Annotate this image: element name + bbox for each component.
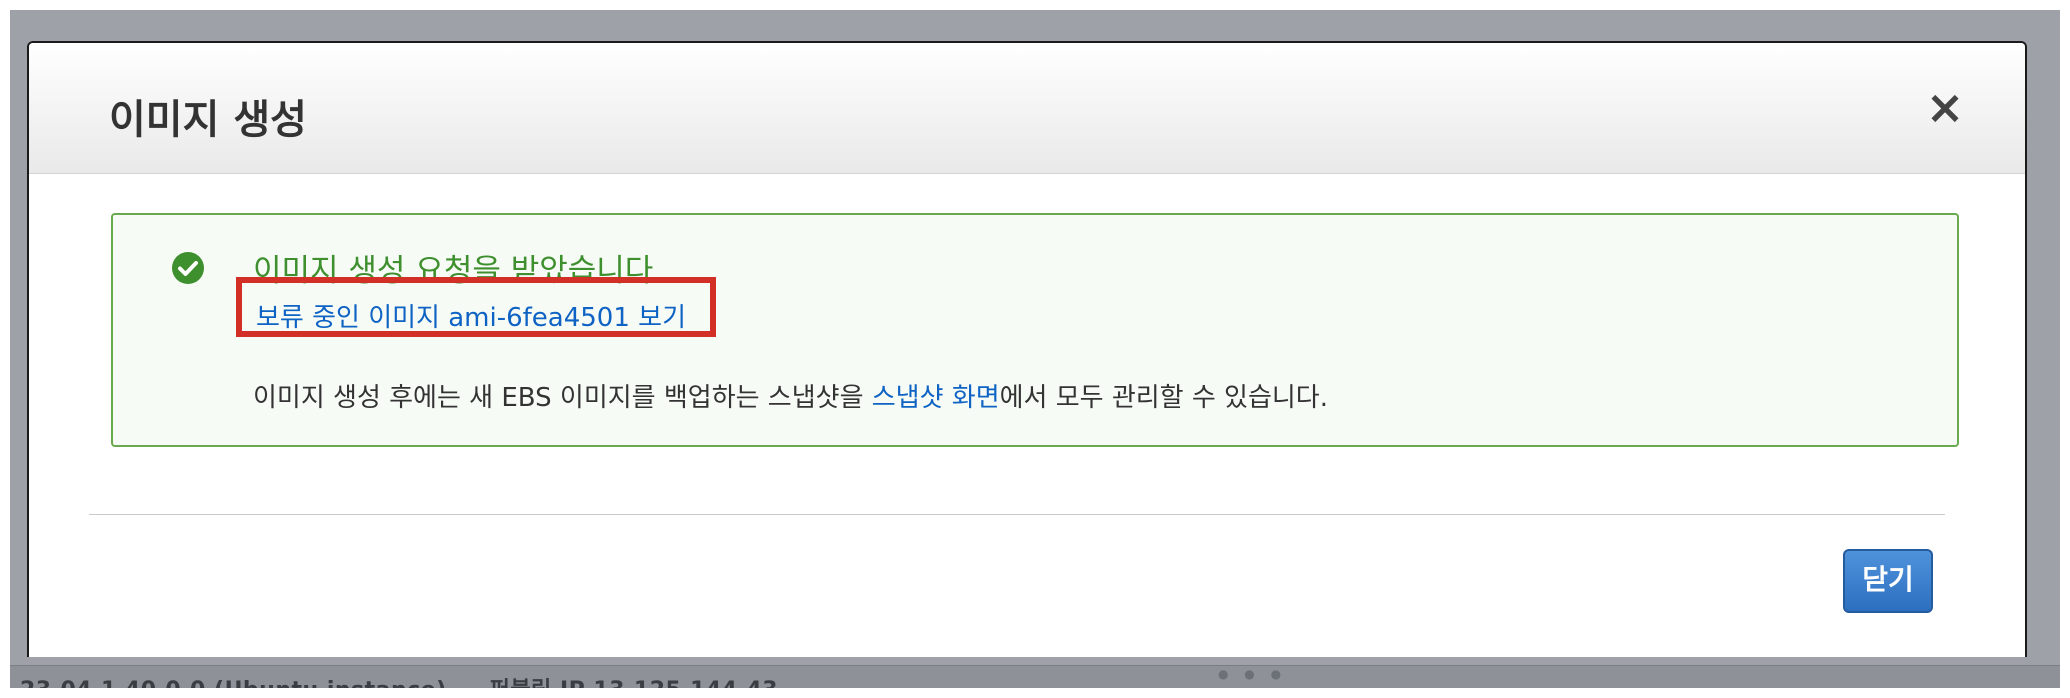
close-icon[interactable]: × [1923, 84, 1967, 130]
alert-body-suffix: 에서 모두 관리할 수 있습니다. [999, 383, 1328, 413]
resize-handle-icon[interactable]: ● ● ● [1218, 667, 1287, 681]
alert-heading: 이미지 생성 요청을 받았습니다 [253, 253, 654, 289]
success-alert: 이미지 생성 요청을 받았습니다 보류 중인 이미지 ami-6fea4501 … [111, 213, 1959, 447]
footer-divider [89, 514, 1945, 515]
modal-title: 이미지 생성 [109, 97, 307, 143]
view-pending-image-link[interactable]: 보류 중인 이미지 ami-6fea4501 보기 [256, 297, 686, 334]
alert-body: 이미지 생성 후에는 새 EBS 이미지를 백업하는 스냅샷을 스냅샷 화면에서… [253, 377, 1328, 414]
check-circle-icon [172, 252, 204, 284]
snapshot-screen-link[interactable]: 스냅샷 화면 [872, 383, 1000, 413]
create-image-modal: 이미지 생성 × 이미지 생성 요청을 받았습니다 보류 중인 이미지 ami-… [27, 41, 2027, 657]
background-status-text: 23.04.1 40.0.0 (Ubuntu instance) ... 퍼블릭… [20, 672, 778, 688]
alert-body-prefix: 이미지 생성 후에는 새 EBS 이미지를 백업하는 스냅샷을 [253, 383, 872, 413]
modal-header: 이미지 생성 × [29, 43, 2025, 174]
background-status-strip: ● ● ● 23.04.1 40.0.0 (Ubuntu instance) .… [10, 665, 2060, 688]
close-button[interactable]: 닫기 [1843, 549, 1933, 613]
